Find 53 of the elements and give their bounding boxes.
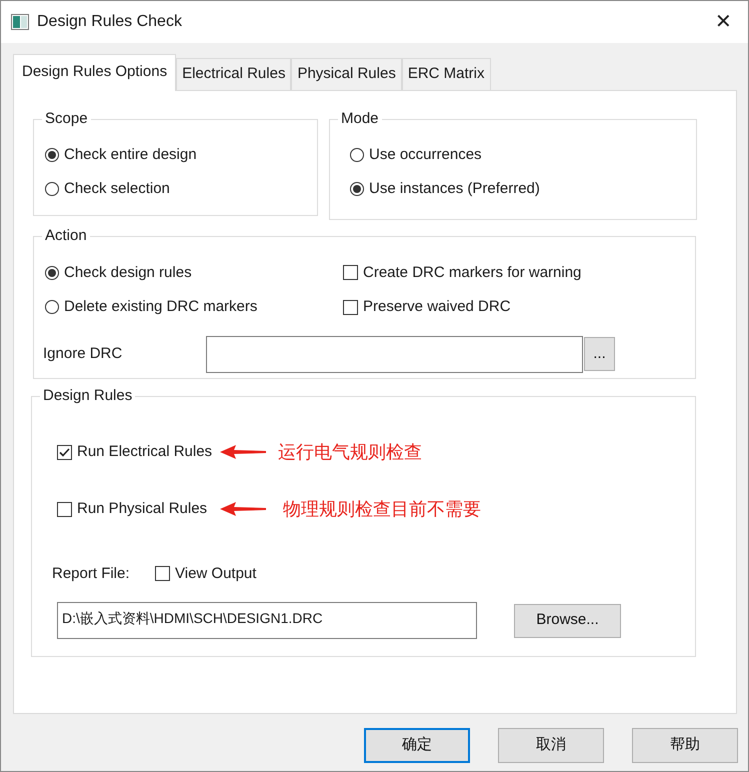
checkbox-box[interactable] (57, 444, 72, 460)
radio-button[interactable]: Check design rules (45, 262, 343, 284)
radio-button[interactable]: Use instances (Preferred) (350, 178, 696, 200)
arrow-annotation (220, 502, 266, 516)
tab[interactable]: Electrical Rules (176, 58, 292, 90)
checkbox[interactable]: Preserve waived DRC (343, 296, 582, 318)
report-label: Report File: (52, 564, 131, 584)
window-title: Design Rules Check (37, 12, 183, 32)
ellipsis-button[interactable]: ... (584, 337, 615, 371)
checkbox-label: Run Electrical Rules (77, 442, 212, 462)
tab[interactable]: ERC Matrix (402, 58, 490, 90)
radio-label: Delete existing DRC markers (64, 297, 258, 317)
tab[interactable]: Physical Rules (291, 58, 402, 90)
ignore-drc-field[interactable] (206, 336, 583, 372)
radio-circle[interactable] (350, 182, 364, 196)
checkbox-box[interactable] (343, 265, 358, 280)
radio-button[interactable]: Check entire design (45, 144, 317, 166)
checkbox-label: Create DRC markers for warning (363, 262, 582, 282)
dialog-button[interactable]: 取消 (498, 728, 604, 762)
checkbox-box[interactable] (343, 300, 358, 315)
radio-circle[interactable] (45, 266, 59, 280)
checkbox-label: Preserve waived DRC (363, 297, 511, 317)
checkbox-box[interactable] (155, 566, 170, 582)
checkbox-label: Run Physical Rules (77, 498, 208, 519)
radio-label: Check entire design (64, 144, 197, 164)
checkbox-label: View Output (175, 564, 256, 584)
radio-circle[interactable] (45, 182, 59, 196)
checkbox[interactable]: View Output (155, 562, 256, 585)
browse-button[interactable]: Browse... (514, 604, 621, 638)
checkbox[interactable]: Run Physical Rules (57, 498, 217, 520)
radio-button[interactable]: Delete existing DRC markers (45, 296, 343, 318)
checkbox-box[interactable] (57, 502, 72, 516)
checkbox[interactable]: Run Electrical Rules (57, 440, 217, 464)
arrow-annotation (220, 445, 266, 459)
annotation-text: 物理规则检查目前不需要 (283, 498, 481, 520)
annotation-text: 运行电气规则检查 (278, 440, 422, 464)
radio-circle[interactable] (350, 148, 364, 162)
close-button[interactable]: ✕ (709, 12, 738, 32)
field-label: Ignore DRC (43, 344, 124, 364)
app-icon (11, 14, 29, 30)
radio-label: Check design rules (64, 262, 192, 282)
radio-label: Use occurrences (369, 144, 482, 164)
radio-button[interactable]: Use occurrences (350, 144, 696, 166)
radio-circle[interactable] (45, 148, 59, 162)
radio-label: Use instances (Preferred) (369, 179, 540, 199)
tab[interactable]: Design Rules Options (13, 54, 176, 90)
radio-circle[interactable] (45, 300, 59, 314)
radio-button[interactable]: Check selection (45, 178, 317, 200)
checkbox[interactable]: Create DRC markers for warning (343, 262, 582, 284)
radio-label: Check selection (64, 179, 170, 199)
dialog-button[interactable]: 帮助 (632, 728, 738, 762)
report-path-field[interactable]: D:\嵌入式资料\HDMI\SCH\DESIGN1.DRC (57, 602, 477, 639)
dialog-button[interactable]: 确定 (364, 728, 470, 762)
